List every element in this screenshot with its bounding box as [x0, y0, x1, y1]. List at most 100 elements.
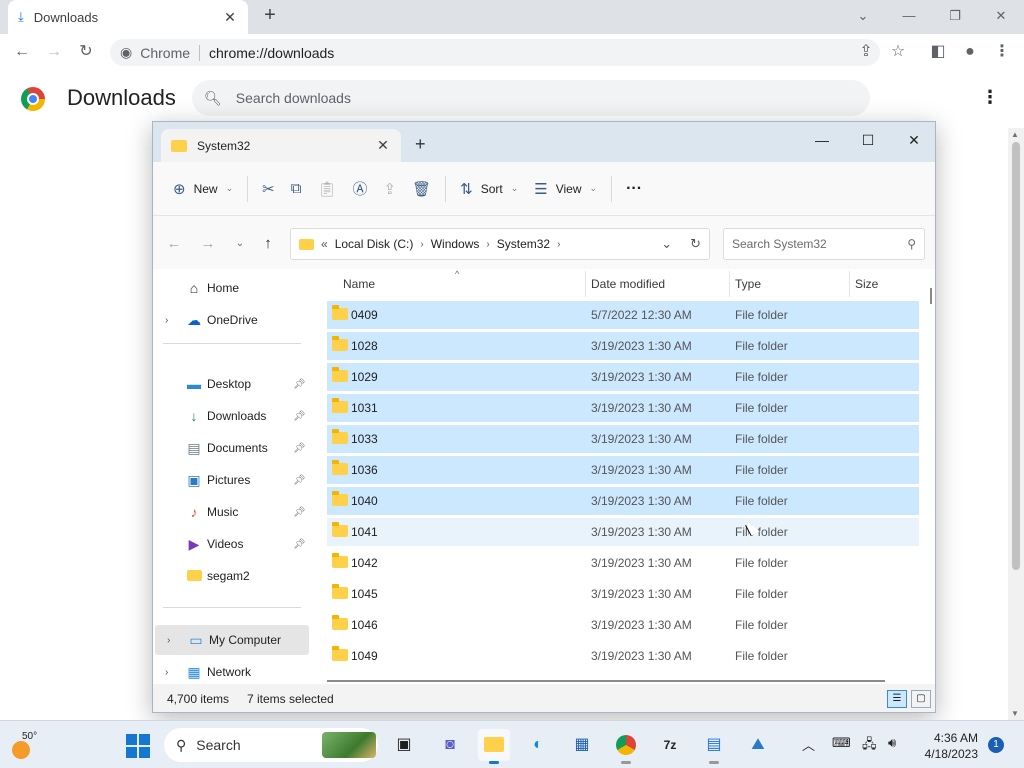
file-row[interactable]: 1028 3/19/2023 1:30 AM File folder: [327, 332, 919, 360]
breadcrumb-system32[interactable]: System32: [497, 237, 550, 251]
details-view-icon[interactable]: ☰: [887, 690, 907, 708]
view-button[interactable]: ☰ View ⌄: [526, 173, 605, 205]
start-button[interactable]: [126, 734, 150, 758]
nav-item-downloads[interactable]: ↓ Downloads 📌︎: [153, 401, 311, 431]
scroll-down-icon[interactable]: ▼: [1011, 709, 1019, 718]
downloads-search-input[interactable]: 🔍︎ Search downloads: [192, 80, 870, 116]
notepad-icon[interactable]: ▤: [698, 729, 730, 764]
chevron-right-icon[interactable]: ›: [165, 667, 168, 678]
sort-button[interactable]: ⇅ Sort ⌄: [452, 173, 526, 205]
column-divider[interactable]: [585, 271, 586, 297]
delete-button[interactable]: 🗑︎: [404, 173, 439, 205]
chrome-menu-icon[interactable]: ⋮: [990, 40, 1014, 64]
task-view-icon[interactable]: ▣: [388, 729, 420, 761]
7zip-icon[interactable]: 7z: [654, 729, 686, 761]
chevron-right-icon[interactable]: ›: [420, 239, 423, 250]
column-header-date[interactable]: Date modified: [591, 277, 665, 291]
copy-button[interactable]: ⧉: [283, 173, 310, 205]
close-window-button[interactable]: ✕: [978, 2, 1024, 30]
share-button[interactable]: ⇪: [376, 173, 405, 205]
reload-icon[interactable]: ↻: [74, 40, 98, 64]
rename-button[interactable]: Ⓐ: [344, 173, 375, 205]
file-row[interactable]: 0409 5/7/2022 12:30 AM File folder: [327, 301, 919, 329]
explorer-close-button[interactable]: ✕: [891, 126, 935, 154]
file-row[interactable]: 1029 3/19/2023 1:30 AM File folder: [327, 363, 919, 391]
file-row[interactable]: 1040 3/19/2023 1:30 AM File folder: [327, 487, 919, 515]
column-header-size[interactable]: Size: [855, 277, 878, 291]
nav-item-my-computer[interactable]: › ▭ My Computer: [155, 625, 309, 655]
network-status-icon[interactable]: 🖧︎: [862, 735, 877, 757]
profile-avatar-icon[interactable]: ●: [958, 40, 982, 64]
taskbar-search[interactable]: ⚲ Search: [164, 728, 378, 762]
explorer-tab-system32[interactable]: System32 ✕: [161, 129, 401, 162]
downloads-menu-icon[interactable]: ⋮: [980, 87, 1000, 111]
back-icon[interactable]: ←: [163, 233, 185, 255]
new-tab-button[interactable]: +: [258, 4, 282, 28]
page-scrollbar[interactable]: ▲ ▼: [1008, 128, 1024, 720]
file-row[interactable]: 1045 3/19/2023 1:30 AM File folder: [327, 580, 919, 608]
more-options-button[interactable]: ···: [618, 173, 650, 205]
weather-widget[interactable]: 50°: [10, 729, 46, 761]
paste-button[interactable]: 📋︎: [309, 173, 344, 205]
nav-item-network[interactable]: › ▦ Network: [153, 657, 311, 687]
file-row[interactable]: 1036 3/19/2023 1:30 AM File folder: [327, 456, 919, 484]
scroll-up-icon[interactable]: ▲: [1011, 130, 1019, 139]
breadcrumb-overflow-icon[interactable]: «: [321, 237, 328, 251]
side-panel-icon[interactable]: ◧: [926, 40, 950, 64]
file-explorer-taskbar-icon[interactable]: [478, 729, 510, 764]
explorer-search-input[interactable]: Search System32 ⚲: [723, 228, 925, 260]
file-row[interactable]: 1046 3/19/2023 1:30 AM File folder: [327, 611, 919, 639]
chevron-right-icon[interactable]: ›: [165, 315, 168, 326]
file-row[interactable]: 1031 3/19/2023 1:30 AM File folder: [327, 394, 919, 422]
store-icon[interactable]: ▦: [566, 729, 598, 761]
column-divider[interactable]: [849, 271, 850, 297]
new-button[interactable]: ⊕ New ⌄: [165, 173, 241, 205]
edge-icon[interactable]: ◐: [522, 729, 554, 761]
breadcrumb-windows[interactable]: Windows: [431, 237, 480, 251]
file-row[interactable]: 1041 3/19/2023 1:30 AM File folder: [327, 518, 919, 546]
chrome-taskbar-icon[interactable]: [610, 729, 642, 764]
close-tab-icon[interactable]: ✕: [375, 137, 391, 154]
notification-badge[interactable]: 1: [988, 737, 1004, 753]
refresh-icon[interactable]: ↻: [690, 236, 701, 252]
restore-button[interactable]: ❐: [932, 2, 978, 30]
file-list-vertical-scrollbar[interactable]: [925, 269, 935, 684]
chrome-tab-downloads[interactable]: ⤓ Downloads ✕: [8, 0, 248, 34]
explorer-new-tab-button[interactable]: +: [415, 134, 426, 155]
cut-button[interactable]: ✂: [254, 173, 283, 205]
column-header-type[interactable]: Type: [735, 277, 761, 291]
omnibox[interactable]: ◉ Chrome chrome://downloads: [110, 39, 880, 66]
file-list-horizontal-scrollbar[interactable]: [327, 680, 885, 682]
column-divider[interactable]: [729, 271, 730, 297]
file-row[interactable]: 1042 3/19/2023 1:30 AM File folder: [327, 549, 919, 577]
file-row[interactable]: 1049 3/19/2023 1:30 AM File folder: [327, 642, 919, 670]
tab-search-icon[interactable]: ⌄: [840, 2, 886, 30]
nav-item-documents[interactable]: ▤ Documents 📌︎: [153, 433, 311, 463]
explorer-maximize-button[interactable]: ☐: [845, 126, 891, 154]
forward-icon[interactable]: →: [197, 233, 219, 255]
nav-item-segam2[interactable]: segam2: [153, 561, 311, 591]
recent-locations-icon[interactable]: ⌄: [229, 233, 251, 255]
scrollbar-thumb[interactable]: [930, 288, 932, 304]
task-manager-icon[interactable]: ⛰: [742, 729, 774, 761]
breadcrumb-local-disk[interactable]: Local Disk (C:): [335, 237, 414, 251]
nav-item-music[interactable]: ♪ Music 📌︎: [153, 497, 311, 527]
chevron-right-icon[interactable]: ›: [486, 239, 489, 250]
nav-item-onedrive[interactable]: › ☁ OneDrive: [153, 305, 311, 335]
back-icon[interactable]: ←: [10, 40, 34, 64]
up-icon[interactable]: ↑: [257, 233, 279, 255]
nav-item-pictures[interactable]: ▣ Pictures 📌︎: [153, 465, 311, 495]
chevron-right-icon[interactable]: ›: [167, 635, 170, 646]
explorer-minimize-button[interactable]: —: [799, 126, 845, 154]
tiles-view-icon[interactable]: ▢: [911, 690, 931, 708]
chevron-right-icon[interactable]: ›: [557, 239, 560, 250]
clock[interactable]: 4:36 AM 4/18/2023: [920, 730, 978, 762]
file-row[interactable]: 1033 3/19/2023 1:30 AM File folder: [327, 425, 919, 453]
chevron-down-icon[interactable]: ⌄: [661, 236, 672, 252]
show-hidden-icons-icon[interactable]: ︿: [802, 735, 815, 754]
share-icon[interactable]: ⇪: [854, 40, 878, 64]
address-bar[interactable]: « Local Disk (C:) › Windows › System32 ›…: [290, 228, 710, 260]
nav-item-videos[interactable]: ▶ Videos 📌︎: [153, 529, 311, 559]
bookmark-star-icon[interactable]: ☆: [886, 40, 910, 64]
volume-icon[interactable]: 🔊︎: [888, 735, 896, 751]
